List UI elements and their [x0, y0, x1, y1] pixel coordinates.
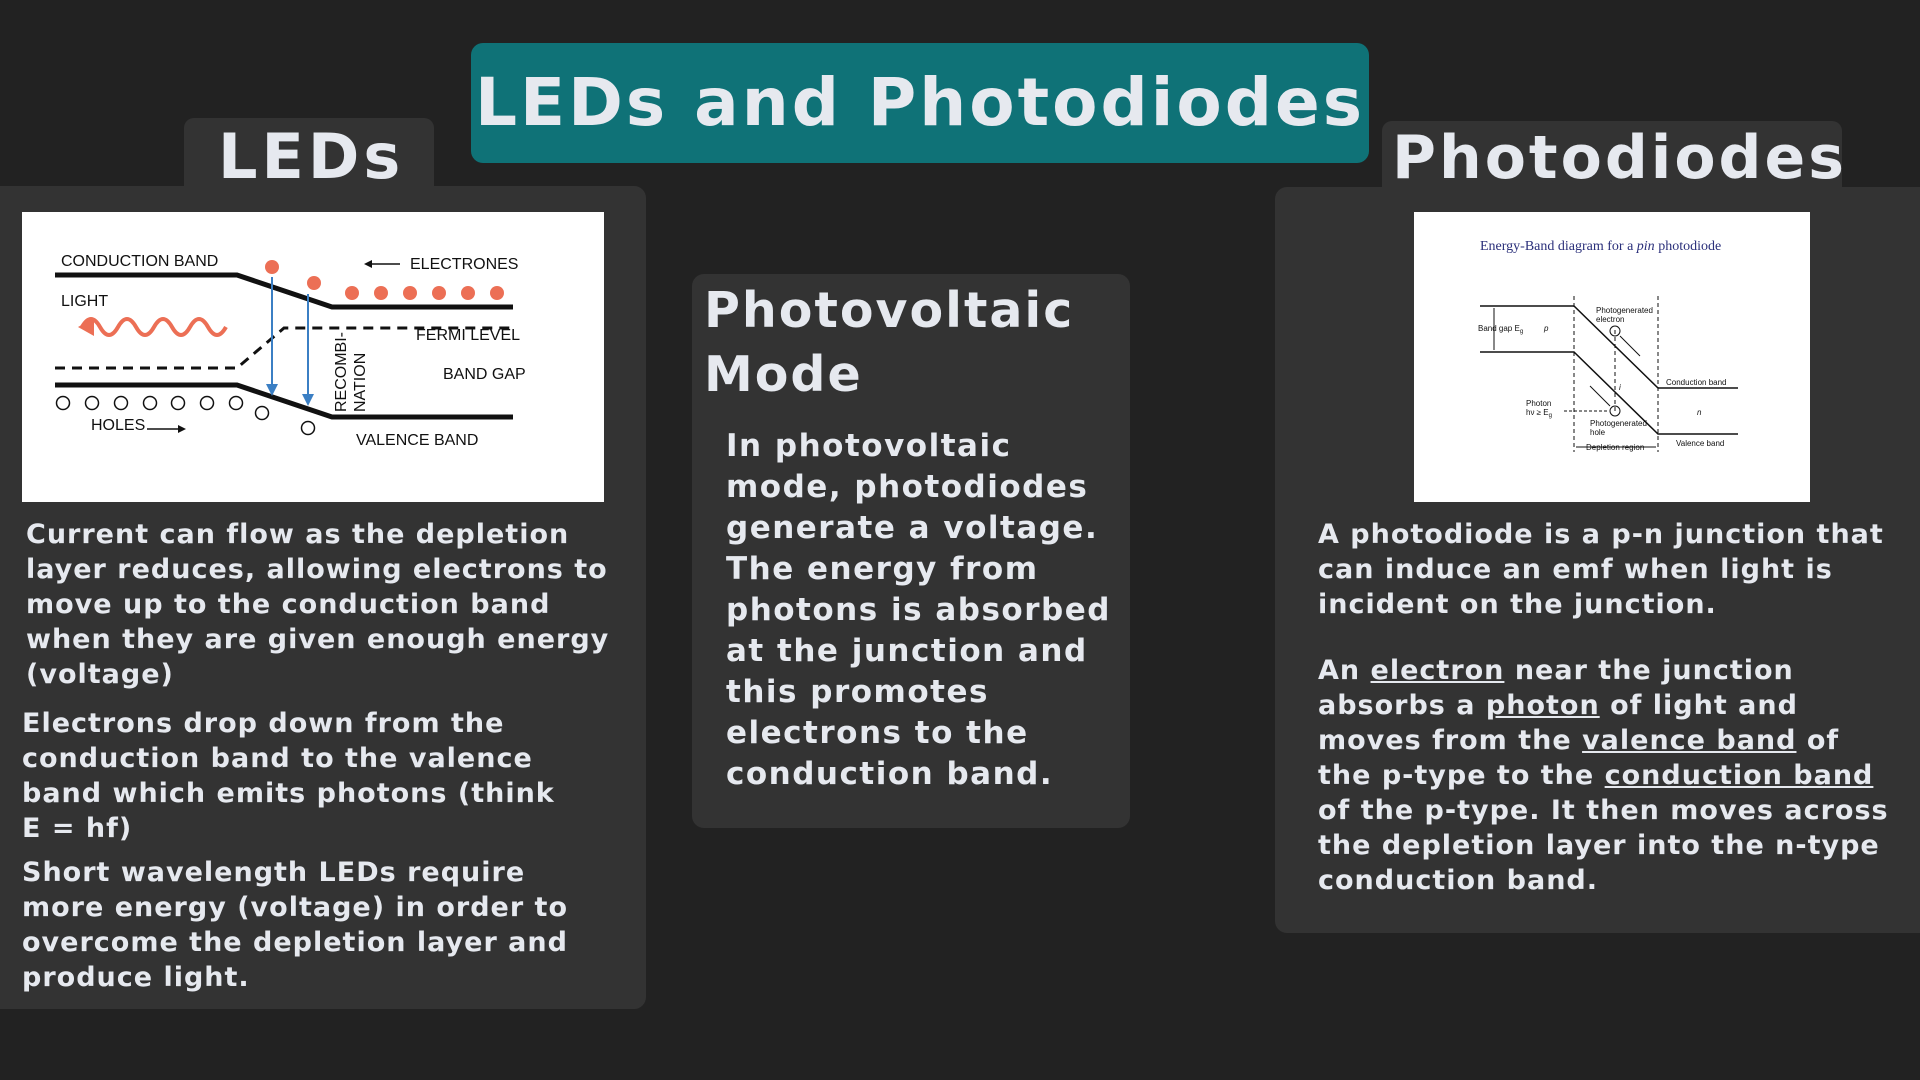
valence-band-term: valence band [1582, 725, 1797, 756]
depletion-region-label: Depletion region [1586, 443, 1644, 452]
para2-text-1: An [1318, 655, 1371, 686]
led-band-diagram: CONDUCTION BAND ELECTRONES LIGHT FERMI L… [22, 212, 604, 502]
leds-paragraph-3: Short wavelength LEDs require more energ… [22, 857, 568, 993]
pin-photodiode-diagram: Energy-Band diagram for a pin photodiode… [1414, 212, 1810, 502]
pin-diagram-title: Energy-Band diagram for a pin photodiode [1480, 239, 1721, 254]
recombi-label: RECOMBI- [333, 332, 350, 412]
p-region-label: p [1543, 324, 1549, 333]
leds-paragraph-2: Electrons drop down from the conduction … [22, 708, 555, 844]
leds-heading: LEDs [218, 120, 405, 193]
pin-photodiode-diagram-svg: Energy-Band diagram for a pin photodiode… [1478, 239, 1738, 452]
conduction-band-label: CONDUCTION BAND [61, 253, 218, 270]
conduction-band-label: Conduction band [1666, 378, 1727, 387]
light-wave [80, 317, 228, 337]
photodiodes-heading: Photodiodes [1392, 123, 1847, 193]
leds-paragraph-1: Current can flow as the depletion layer … [26, 519, 610, 690]
title-bar: LEDs and Photodiodes [471, 43, 1369, 163]
photon-label-1: Photon [1526, 399, 1551, 408]
photon-label-2: hν ≥ Eg [1526, 408, 1552, 419]
band-gap-label: Band gap Eg [1478, 324, 1523, 335]
fermi-level-label: FERMI LEVEL [416, 327, 520, 344]
led-band-diagram-svg: CONDUCTION BAND ELECTRONES LIGHT FERMI L… [55, 253, 526, 449]
valence-band-label: Valence band [1676, 439, 1724, 448]
photovoltaic-heading-line1: Photovoltaic [704, 282, 1075, 339]
electron-term: electron [1370, 655, 1505, 686]
page-title: LEDs and Photodiodes [474, 64, 1366, 141]
photovoltaic-text: In photovoltaic mode, photodiodes genera… [726, 428, 1111, 792]
electrones-label: ELECTRONES [410, 256, 518, 273]
para2-text-5: of the p-type. It then moves across the … [1318, 795, 1889, 896]
photogen-hole-label-1: Photogenerated [1590, 419, 1647, 428]
photovoltaic-heading-line2: Mode [704, 346, 863, 403]
photodiodes-paragraph-1: A photodiode is a p-n junction that can … [1318, 519, 1884, 620]
light-label: LIGHT [61, 293, 108, 310]
photogen-hole-label-2: hole [1590, 428, 1606, 437]
photon-term: photon [1485, 690, 1600, 721]
nation-label: NATION [352, 353, 369, 412]
valence-band-label: VALENCE BAND [356, 432, 478, 449]
photogen-electron-label-1: Photogenerated [1596, 306, 1653, 315]
photogen-electron-label-2: electron [1596, 315, 1624, 324]
photodiodes-paragraph-2: An electron near the junction absorbs a … [1318, 653, 1898, 898]
holes-label: HOLES [91, 417, 145, 434]
i-region-label: i [1619, 383, 1621, 392]
conduction-band-term: conduction band [1604, 760, 1874, 791]
n-region-label: n [1697, 408, 1702, 417]
band-gap-label: BAND GAP [443, 366, 526, 383]
